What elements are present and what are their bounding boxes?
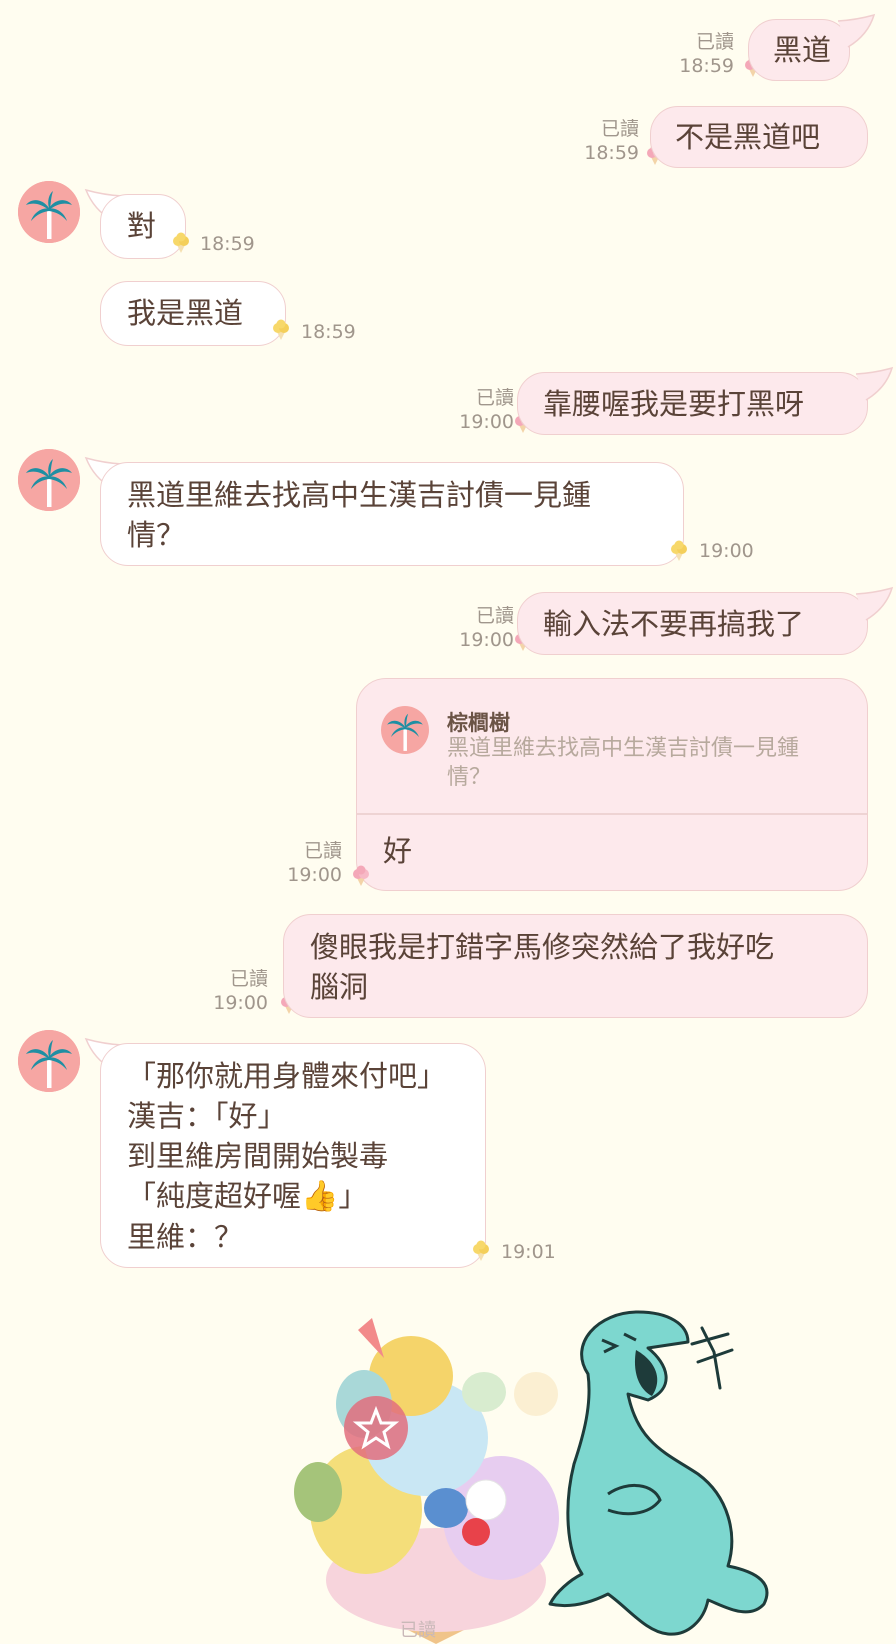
message-line-part: 」 (338, 1179, 368, 1213)
laugh-mark (690, 1326, 734, 1390)
timestamp: 19:00 (213, 992, 268, 1014)
icecream-icon (170, 232, 192, 254)
timestamp: 19:01 (501, 1241, 556, 1263)
message-bubble[interactable]: 「那你就用身體來付吧」 漢吉：「好」 到里維房間開始製毒 「純度超好喔👍」 里維… (100, 1043, 486, 1268)
timestamp: 19:00 (287, 864, 342, 886)
timestamp: 18:59 (200, 233, 255, 255)
read-label: 已讀 (475, 387, 514, 409)
read-label: 已讀 (475, 605, 514, 627)
message-text: 好 (383, 834, 413, 868)
palm-tree-icon (18, 449, 80, 511)
read-label: 已讀 (229, 968, 268, 990)
read-label: 已讀 (600, 118, 639, 140)
message-line: 黑道里維去找高中生漢吉討債一見鍾 (127, 478, 592, 512)
message-line: 「那你就用身體來付吧」 (127, 1059, 447, 1093)
timestamp: 19:00 (459, 411, 514, 433)
palm-tree-icon (18, 1030, 80, 1092)
message-bubble[interactable]: 黑道 (748, 19, 850, 81)
shrimp-tail (358, 1318, 384, 1358)
message-bubble[interactable]: 傻眼我是打錯字馬修突然給了我好吃 腦洞 (283, 914, 868, 1018)
quoted-line: 情？ (447, 765, 492, 790)
dinosaur-body (548, 1310, 769, 1636)
read-status: 已讀 18:59 (640, 30, 734, 78)
message-bubble[interactable]: 黑道里維去找高中生漢吉討債一見鍾 情？ (100, 462, 684, 566)
timestamp: 19:00 (459, 629, 514, 651)
message-line: 「純度超好喔👍」 (127, 1176, 485, 1217)
message-text: 不是黑道吧 (675, 120, 821, 154)
icecream-icon (350, 865, 372, 887)
read-status: 已讀 19:00 (174, 967, 268, 1015)
avatar[interactable] (18, 181, 80, 243)
read-status: 已讀 19:00 (420, 386, 514, 434)
palm-tree-icon (18, 181, 80, 243)
quoted-avatar (381, 706, 429, 754)
message-line: 腦洞 (310, 970, 369, 1004)
timestamp: 19:00 (699, 540, 754, 562)
message-text: 對 (127, 209, 157, 243)
avatar[interactable] (18, 449, 80, 511)
timestamp: 18:59 (679, 55, 734, 77)
thumbs-up-icon: 👍 (301, 1179, 339, 1214)
bubble-tail (855, 586, 894, 621)
message-line: 情？ (127, 518, 186, 552)
read-status: 已讀 19:00 (248, 839, 342, 887)
message-line: 傻眼我是打錯字馬修突然給了我好吃 (310, 930, 775, 964)
timestamp: 18:59 (584, 142, 639, 164)
icecream-icon (470, 1240, 492, 1262)
read-label: 已讀 (400, 1620, 436, 1641)
message-line: 漢吉：「好」 (127, 1099, 287, 1133)
palm-tree-icon (381, 706, 429, 754)
message-text: 輸入法不要再搞我了 (543, 607, 805, 641)
avatar[interactable] (18, 1030, 80, 1092)
tapioca-character (294, 1462, 342, 1522)
read-label: 已讀 (695, 31, 734, 53)
message-line-part: 「純度超好喔 (127, 1179, 302, 1213)
message-line: 到里維房間開始製毒 (127, 1139, 389, 1173)
polar-bear-character (465, 1479, 507, 1521)
quoted-text: 黑道里維去找高中生漢吉討債一見鍾 情？ (447, 734, 857, 792)
message-bubble[interactable]: 靠腰喔我是要打黑呀 (517, 372, 868, 435)
reply-message-bubble[interactable]: 棕櫚樹 黑道里維去找高中生漢吉討債一見鍾 情？ 好 (356, 678, 868, 891)
message-text: 靠腰喔我是要打黑呀 (543, 387, 805, 421)
penguin-character (424, 1488, 468, 1528)
cherry (462, 1518, 490, 1546)
favorite-star-button[interactable] (344, 1396, 408, 1460)
read-status: 已讀 18:59 (545, 117, 639, 165)
read-status: 已讀 19:00 (420, 604, 514, 652)
icecream-icon (270, 319, 292, 341)
icecream-icon (668, 540, 690, 562)
message-bubble[interactable]: 不是黑道吧 (650, 106, 868, 168)
message-line: 里維：？ (127, 1220, 244, 1254)
message-bubble[interactable]: 輸入法不要再搞我了 (517, 592, 868, 655)
message-bubble[interactable]: 我是黑道 (100, 281, 286, 346)
read-label: 已讀 (303, 840, 342, 862)
onigiri-character (462, 1372, 506, 1412)
laughing-dinosaur-sticker[interactable] (528, 1304, 796, 1644)
bubble-tail (855, 366, 894, 401)
reply-divider (357, 813, 867, 815)
quoted-line: 黑道里維去找高中生漢吉討債一見鍾 (447, 736, 800, 761)
message-text: 黑道 (773, 33, 832, 67)
timestamp: 18:59 (301, 321, 356, 343)
bubble-tail (837, 13, 876, 48)
message-text: 我是黑道 (127, 296, 244, 330)
